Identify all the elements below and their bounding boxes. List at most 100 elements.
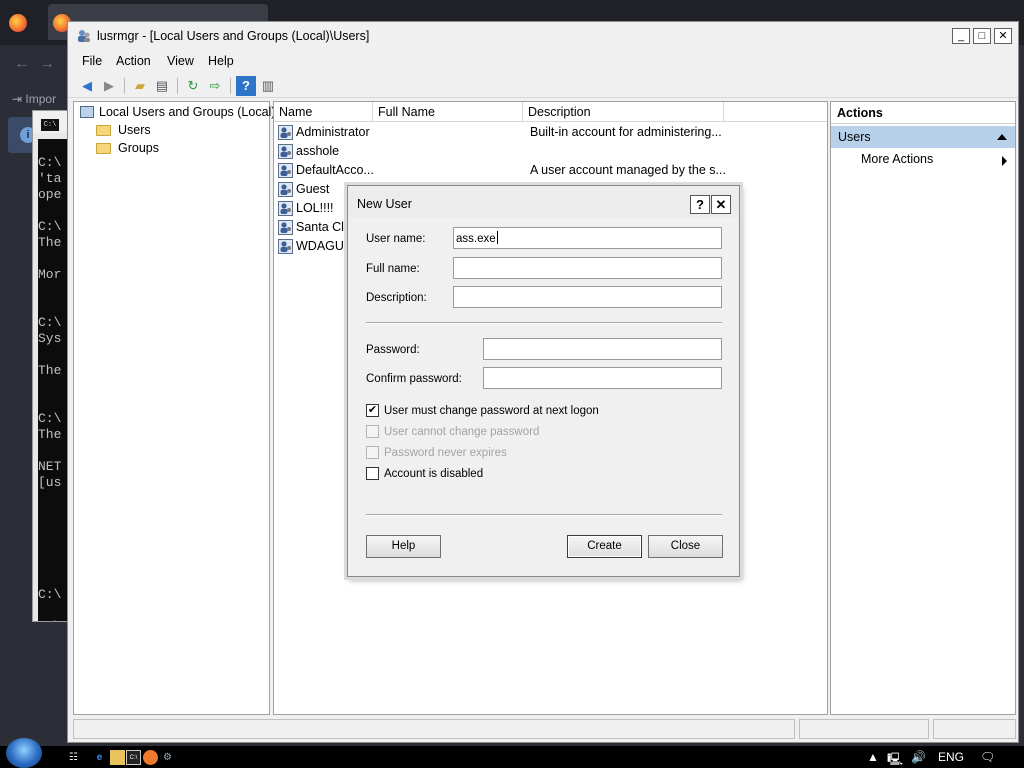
dialog-title: New User <box>357 197 412 211</box>
taskbar: ☷ e C:\ ⚙ ▲ 🖳 🔊 ENG 🗨 <box>0 738 1024 768</box>
user-icon <box>278 163 293 178</box>
cannot-change-label: User cannot change password <box>384 426 540 438</box>
edge-icon[interactable]: e <box>92 750 107 765</box>
import-link[interactable]: ⇥ Impor <box>12 92 56 106</box>
explorer-icon[interactable] <box>110 750 125 765</box>
new-user-dialog: New User ? ✕ User name: ass.exe Full nam… <box>347 185 740 577</box>
import-icon: ⇥ <box>12 92 23 106</box>
task-view-icon[interactable]: ☷ <box>66 750 81 765</box>
cmd-taskbar-icon[interactable]: C:\ <box>126 750 141 765</box>
user-name-label: User name: <box>366 233 426 245</box>
user-description: A user account managed by the s... <box>530 163 726 177</box>
menu-view[interactable]: View <box>167 54 194 68</box>
create-button[interactable]: Create <box>567 535 642 558</box>
back-arrow-icon: ← → <box>14 55 55 72</box>
description-field[interactable] <box>453 286 722 308</box>
tray-expand-icon[interactable]: ▲ <box>867 750 879 764</box>
text-cursor <box>496 231 498 244</box>
start-button[interactable] <box>6 738 42 768</box>
menu-file[interactable]: File <box>82 54 102 68</box>
firefox-icon <box>9 14 27 32</box>
notifications-icon[interactable]: 🗨 <box>980 750 995 764</box>
user-name: LOL!!!! <box>296 201 334 215</box>
volume-icon[interactable]: 🔊 <box>911 750 926 764</box>
console-titlebar[interactable]: C:\ <box>33 111 71 133</box>
tree-item-users[interactable]: Users <box>118 123 151 137</box>
user-name: DefaultAcco... <box>296 163 374 177</box>
column-description[interactable]: Description <box>523 102 724 122</box>
confirm-password-label: Confirm password: <box>366 373 462 385</box>
more-actions[interactable]: More Actions <box>861 152 933 166</box>
menu-help[interactable]: Help <box>208 54 234 68</box>
user-name: WDAGUtil <box>296 239 353 253</box>
user-icon <box>278 125 293 140</box>
up-folder-icon[interactable]: ▰ <box>130 76 150 96</box>
account-disabled-checkbox[interactable] <box>366 467 379 480</box>
refresh-icon[interactable]: ↻ <box>183 76 203 96</box>
password-field[interactable] <box>483 338 722 360</box>
dialog-help-button[interactable]: ? <box>690 195 710 214</box>
account-disabled-label[interactable]: Account is disabled <box>384 468 483 480</box>
full-name-field[interactable] <box>453 257 722 279</box>
user-row[interactable]: DefaultAcco... A user account managed by … <box>274 161 827 180</box>
tree-root[interactable]: Local Users and Groups (Local) <box>99 105 275 119</box>
user-icon <box>278 220 293 235</box>
user-name: Administrator <box>296 125 370 139</box>
menu-action[interactable]: Action <box>116 54 151 68</box>
never-expires-label: Password never expires <box>384 447 507 459</box>
help-button[interactable]: Help <box>366 535 441 558</box>
actions-section-label: Users <box>838 130 871 144</box>
confirm-password-field[interactable] <box>483 367 722 389</box>
user-row[interactable]: Administrator Built-in account for admini… <box>274 123 827 142</box>
status-bar <box>73 719 1016 739</box>
show-action-pane-icon[interactable]: ▥ <box>258 76 278 96</box>
folder-icon <box>96 125 111 136</box>
user-row[interactable]: asshole <box>274 142 827 161</box>
network-icon[interactable]: 🖳 <box>887 750 903 768</box>
column-name[interactable]: Name <box>274 102 373 122</box>
must-change-checkbox[interactable]: ✔ <box>366 404 379 417</box>
actions-section-users[interactable]: Users <box>831 126 1015 148</box>
list-header: Name Full Name Description <box>274 102 827 122</box>
toolbar: ◀ ▶ ▰ ▤ ↻ ⇨ ? ▥ <box>68 74 1018 98</box>
submenu-arrow-icon <box>1002 156 1007 166</box>
dialog-titlebar[interactable]: New User ? ✕ <box>348 186 739 218</box>
toolbar-separator <box>124 78 125 94</box>
language-indicator[interactable]: ENG <box>938 750 964 764</box>
tree-item-groups[interactable]: Groups <box>118 141 159 155</box>
forward-icon[interactable]: ▶ <box>99 76 119 96</box>
must-change-label[interactable]: User must change password at next logon <box>384 405 599 417</box>
back-icon[interactable]: ◀ <box>77 76 97 96</box>
close-button[interactable]: ✕ <box>994 28 1012 44</box>
description-label: Description: <box>366 292 427 304</box>
console-window[interactable]: C:\ C:\'ta ope C:\ The Mor C:\ Sys The C:\ The NET… <box>32 110 72 622</box>
user-icon <box>278 239 293 254</box>
divider <box>366 514 722 516</box>
divider <box>366 322 722 324</box>
user-icon <box>278 201 293 216</box>
actions-header: Actions <box>831 102 1015 124</box>
status-cell <box>799 719 929 739</box>
user-name-field[interactable]: ass.exe <box>453 227 722 249</box>
cannot-change-checkbox <box>366 425 379 438</box>
cmd-icon: C:\ <box>41 119 59 131</box>
export-list-icon[interactable]: ⇨ <box>205 76 225 96</box>
dialog-close-button[interactable]: ✕ <box>711 195 731 214</box>
help-icon[interactable]: ? <box>236 76 256 96</box>
toolbar-separator <box>230 78 231 94</box>
computer-users-icon <box>80 106 94 118</box>
status-cell <box>933 719 1016 739</box>
user-icon <box>278 144 293 159</box>
minimize-button[interactable]: _ <box>952 28 970 44</box>
lusrmgr-taskbar-icon[interactable]: ⚙ <box>160 750 175 765</box>
collapse-icon[interactable] <box>997 134 1007 140</box>
show-tree-icon[interactable]: ▤ <box>152 76 172 96</box>
password-label: Password: <box>366 344 420 356</box>
column-full-name[interactable]: Full Name <box>373 102 523 122</box>
toolbar-separator <box>177 78 178 94</box>
maximize-button[interactable]: □ <box>973 28 991 44</box>
close-dialog-button[interactable]: Close <box>648 535 723 558</box>
status-cell <box>73 719 795 739</box>
firefox-taskbar-icon[interactable] <box>143 750 158 765</box>
title-bar[interactable]: lusrmgr - [Local Users and Groups (Local… <box>68 22 1018 50</box>
